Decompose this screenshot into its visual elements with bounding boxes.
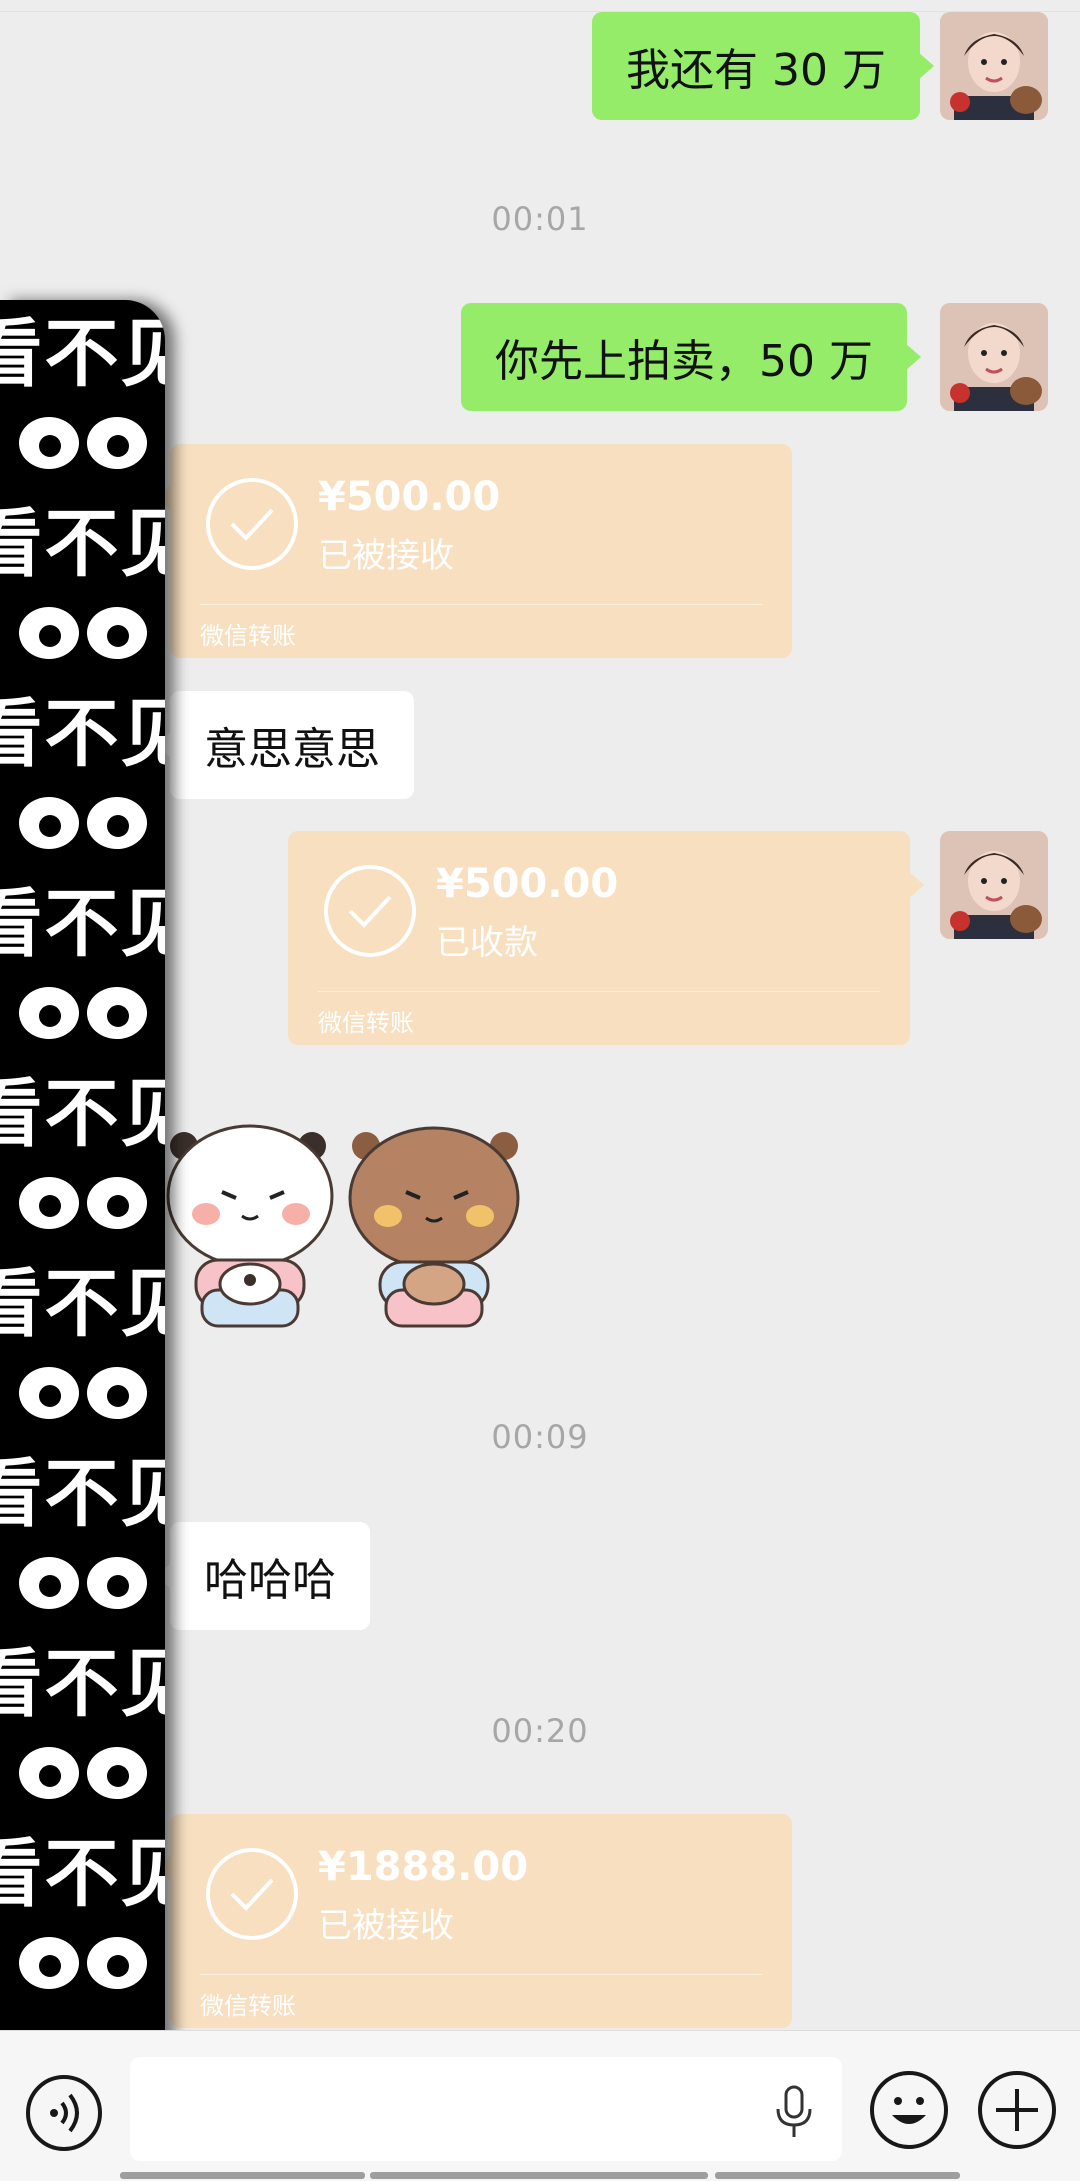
message-bubble-outgoing[interactable]: 我还有 30 万 — [592, 12, 934, 120]
top-divider — [0, 0, 1080, 12]
timestamp: 00:01 — [491, 200, 589, 238]
transfer-status: 已被接收 — [318, 1906, 454, 1946]
my-avatar[interactable] — [940, 12, 1048, 120]
message-bubble-incoming[interactable]: 意思意思 — [156, 691, 414, 799]
divider — [200, 1974, 762, 1975]
transfer-status: 已被接收 — [318, 536, 454, 576]
eyes-icon — [0, 1915, 165, 2010]
redaction-text: 看不见 — [0, 1831, 165, 1917]
eyes-icon — [0, 965, 165, 1060]
eyes-icon — [0, 585, 165, 680]
transfer-label: 微信转账 — [200, 622, 296, 650]
message-input[interactable] — [130, 2057, 842, 2161]
check-circle-icon — [206, 1848, 298, 1940]
eyes-icon — [0, 1155, 165, 1250]
sticker-icon — [166, 1124, 520, 1328]
nav-bar-segment — [120, 2172, 365, 2179]
eyes-icon — [0, 775, 165, 870]
redaction-overlay: 看不见 看不见 看不见 看不见 看不见 看不见 看不见 看不见 看不见 — [0, 300, 165, 2080]
eyes-icon — [0, 1345, 165, 1440]
redaction-text: 看不见 — [0, 691, 165, 777]
my-avatar[interactable] — [940, 303, 1048, 411]
redaction-text: 看不见 — [0, 1261, 165, 1347]
voice-icon[interactable] — [26, 2075, 102, 2151]
transfer-card[interactable]: ¥500.00 已被接收 微信转账 — [156, 444, 792, 658]
eyes-icon — [0, 1725, 165, 1820]
my-avatar[interactable] — [940, 831, 1048, 939]
check-circle-icon — [324, 865, 416, 957]
avatar-photo-icon — [940, 12, 1048, 120]
transfer-amount: ¥500.00 — [436, 861, 619, 907]
transfer-card[interactable]: ¥500.00 已收款 微信转账 — [288, 831, 924, 1045]
emoji-icon[interactable] — [870, 2071, 948, 2149]
divider — [318, 991, 880, 992]
transfer-status: 已收款 — [436, 923, 538, 963]
avatar-photo-icon — [940, 303, 1048, 411]
redaction-text: 看不见 — [0, 501, 165, 587]
redaction-text: 看不见 — [0, 1451, 165, 1537]
panda-and-bear-sticker[interactable] — [166, 1112, 528, 1344]
microphone-icon[interactable] — [772, 2085, 816, 2143]
input-bar — [0, 2030, 1080, 2181]
transfer-card[interactable]: ¥1888.00 已被接收 微信转账 — [156, 1814, 792, 2028]
eyes-icon — [0, 1535, 165, 1630]
eyes-icon — [0, 395, 165, 490]
redaction-text: 看不见 — [0, 1071, 165, 1157]
transfer-amount: ¥500.00 — [318, 474, 501, 520]
transfer-label: 微信转账 — [318, 1009, 414, 1037]
nav-bar-segment — [370, 2172, 708, 2179]
redaction-text: 看不见 — [0, 311, 165, 397]
redaction-text: 看不见 — [0, 881, 165, 967]
message-bubble-outgoing[interactable]: 你先上拍卖，50 万 — [461, 303, 921, 411]
check-circle-icon — [206, 478, 298, 570]
message-bubble-incoming[interactable]: 哈哈哈 — [156, 1522, 370, 1630]
nav-bar-segment — [715, 2172, 960, 2179]
chat-screen: 我还有 30 万 00:01 你先上拍卖，50 万 ¥500.00 已被接收 微… — [0, 0, 1080, 2181]
redaction-text: 看不见 — [0, 1641, 165, 1727]
plus-icon[interactable] — [978, 2071, 1056, 2149]
transfer-label: 微信转账 — [200, 1992, 296, 2020]
transfer-amount: ¥1888.00 — [318, 1844, 529, 1890]
divider — [200, 604, 762, 605]
avatar-photo-icon — [940, 831, 1048, 939]
